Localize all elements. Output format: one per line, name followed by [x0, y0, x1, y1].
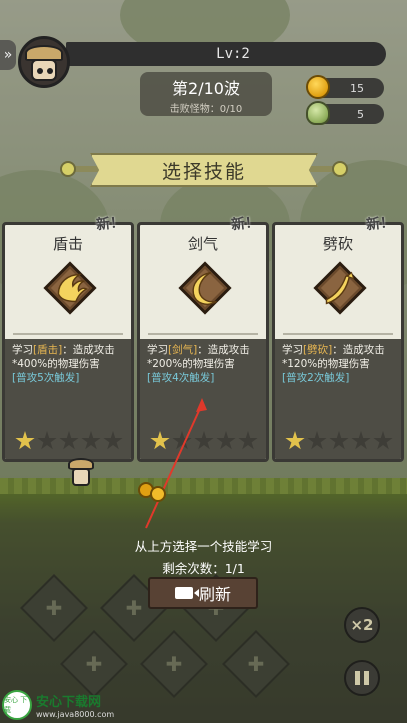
skill-card[interactable]: 劈砍学习[劈砍]：造成攻击*120%的物理伤害 [普攻2次触发] [272, 222, 404, 462]
plus-icon: ✚ [85, 652, 103, 676]
side-menu-tab[interactable]: » [0, 40, 16, 70]
plus-icon: ✚ [247, 652, 265, 676]
skill-description: 学习[劈砍]：造成攻击*120%的物理伤害 [普攻2次触发] [282, 343, 397, 385]
plus-icon: ✚ [165, 652, 183, 676]
speed-label: ×2 [350, 616, 374, 634]
star-empty-icon [59, 431, 79, 450]
star-rating [285, 431, 393, 451]
star-rating [150, 431, 258, 451]
skill-name: 劈砍 [322, 235, 353, 253]
skill-tag: [剑气] [168, 344, 198, 356]
skill-emblem-icon [178, 261, 232, 315]
desc-prefix: 学习 [147, 344, 168, 356]
banner-knob [332, 161, 348, 177]
wave-title: 第2/10波 [172, 79, 240, 98]
skill-tag: [劈砍] [303, 344, 333, 356]
plus-icon: ✚ [45, 596, 63, 620]
trigger-condition: [普攻4次触发] [147, 372, 215, 384]
refresh-button[interactable]: 刷新 [148, 577, 258, 609]
coin-icon [306, 75, 330, 99]
skill-description: 学习[盾击]：造成攻击*400%的物理伤害 [普攻5次触发] [12, 343, 127, 385]
speed-x2-button[interactable]: ×2 [344, 607, 380, 643]
card-divider [283, 333, 393, 335]
gem-counter: 5 [306, 101, 384, 125]
monsters-defeated: 击败怪物：0/10 [169, 104, 243, 115]
new-badge: 新！ [230, 214, 260, 234]
wave-info: 第2/10波 击败怪物：0/10 [140, 72, 272, 116]
video-camera-icon [174, 587, 193, 599]
trigger-condition: [普攻5次触发] [12, 372, 80, 384]
skill-name: 盾击 [52, 235, 83, 253]
coin-pile-icon [138, 478, 168, 502]
site-watermark: 安心 下载 安心下载网 www.java8000.com [2, 690, 114, 720]
star-empty-icon [37, 431, 57, 450]
card-divider [148, 333, 258, 335]
star-filled-icon [15, 431, 35, 450]
avatar-eye [47, 68, 53, 74]
new-badge: 新！ [95, 214, 125, 234]
avatar-face [31, 59, 57, 81]
desc-prefix: 学习 [282, 344, 303, 356]
banner-knob [60, 161, 76, 177]
skill-card[interactable]: 剑气学习[剑气]：造成攻击*200%的物理伤害 [普攻4次触发] [137, 222, 269, 462]
trigger-condition: [普攻2次触发] [282, 372, 350, 384]
new-badge: 新！ [365, 214, 395, 234]
refresh-label: 刷新 [198, 585, 231, 604]
star-empty-icon [351, 431, 371, 450]
star-empty-icon [172, 431, 192, 450]
star-filled-icon [285, 431, 305, 450]
slime-gem-icon [306, 101, 330, 125]
coin-counter: 15 [306, 75, 384, 99]
choose-skill-hint: 从上方选择一个技能学习 [134, 539, 273, 554]
skill-description: 学习[剑气]：造成攻击*200%的物理伤害 [普攻4次触发] [147, 343, 262, 385]
star-empty-icon [373, 431, 393, 450]
star-empty-icon [216, 431, 236, 450]
star-rating [15, 431, 123, 451]
banner-title: 选择技能 [161, 160, 246, 183]
star-empty-icon [329, 431, 349, 450]
star-empty-icon [81, 431, 101, 450]
star-empty-icon [103, 431, 123, 450]
skill-name: 剑气 [187, 235, 218, 253]
remaining-count: 剩余次数：1/1 [162, 561, 245, 576]
skill-card[interactable]: 盾击学习[盾击]：造成攻击*400%的物理伤害 [普攻5次触发] [2, 222, 134, 462]
pause-icon [355, 671, 369, 685]
skill-tag: [盾击] [33, 344, 63, 356]
star-empty-icon [238, 431, 258, 450]
player-avatar[interactable] [18, 36, 70, 88]
star-filled-icon [150, 431, 170, 450]
card-divider [13, 333, 123, 335]
star-empty-icon [307, 431, 327, 450]
skill-emblem-icon [43, 261, 97, 315]
hero-character [66, 458, 98, 490]
avatar-eye [37, 68, 43, 74]
level-bar: Lv:2 [66, 42, 386, 66]
select-skill-banner: 选择技能 [90, 153, 318, 187]
desc-prefix: 学习 [12, 344, 33, 356]
gem-count: 5 [357, 107, 364, 121]
level-label: Lv:2 [216, 46, 250, 62]
skill-emblem-icon [313, 261, 367, 315]
watermark-title: 安心下载网 [36, 695, 102, 710]
watermark-logo: 安心 下载 [2, 690, 32, 720]
star-empty-icon [194, 431, 214, 450]
pause-button[interactable] [344, 660, 380, 696]
coin-count: 15 [350, 81, 364, 95]
watermark-url: www.java8000.com [36, 710, 115, 719]
